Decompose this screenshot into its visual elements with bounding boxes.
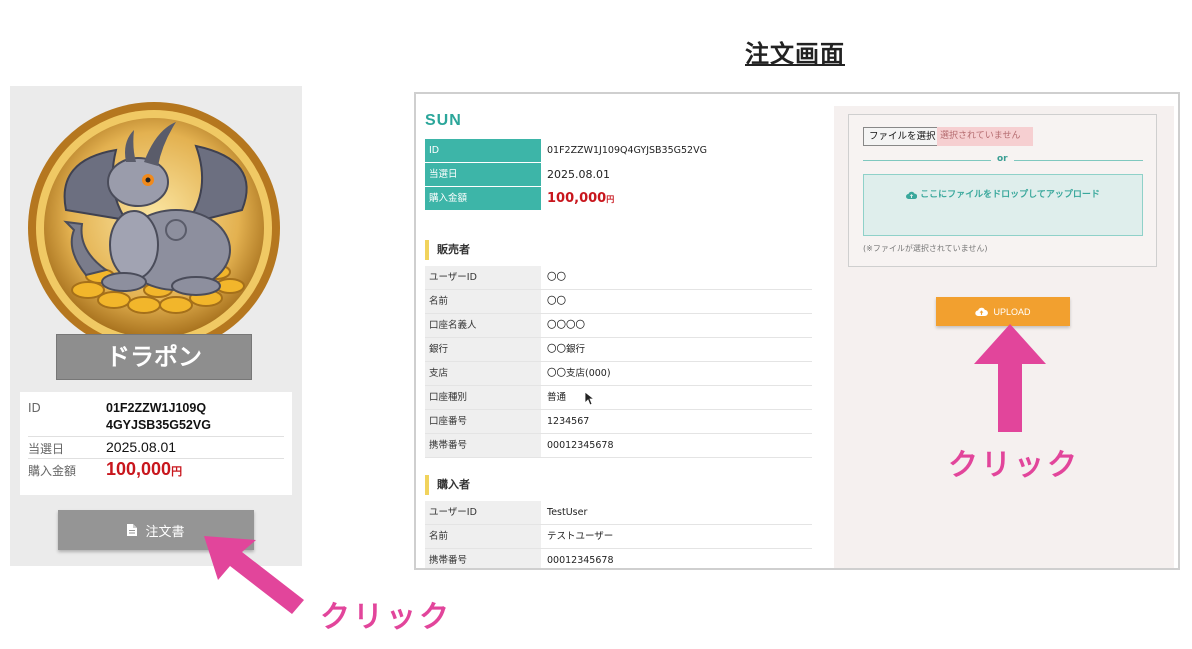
- drop-zone-label: ここにファイルをドロップしてアップロード: [920, 190, 1100, 200]
- card-row-key: ID: [28, 401, 41, 415]
- card-name-banner: ドラポン: [56, 334, 252, 380]
- table-key: ID: [425, 139, 541, 162]
- table-row: 携帯番号 00012345678: [425, 434, 812, 458]
- table-key: 名前: [425, 525, 541, 548]
- card-row-date: 当選日 2025.08.01: [28, 437, 284, 459]
- table-key: ユーザーID: [425, 266, 541, 289]
- table-value: 00012345678: [547, 440, 614, 451]
- card-id-line1: 01F2ZZW1J109Q: [106, 401, 207, 415]
- choose-file-button[interactable]: ファイルを選択: [863, 127, 942, 146]
- table-key: 口座番号: [425, 410, 541, 433]
- table-key: 支店: [425, 362, 541, 385]
- cloud-upload-icon: [975, 307, 989, 316]
- table-key: ユーザーID: [425, 501, 541, 524]
- table-row: 名前 テストユーザー: [425, 525, 812, 549]
- file-drop-zone[interactable]: ここにファイルをドロップしてアップロード: [863, 174, 1143, 236]
- table-value: テストユーザー: [547, 531, 614, 542]
- buyer-table: ユーザーID TestUser 名前 テストユーザー 携帯番号 00012345678: [425, 501, 812, 568]
- table-row: 口座番号 1234567: [425, 410, 812, 434]
- table-row: ID 01F2ZZW1J109Q4GYJSB35G52VG: [425, 139, 812, 163]
- dragon-medal-icon: [28, 102, 280, 354]
- card-row-key: 購入金額: [28, 464, 77, 478]
- buyer-section-title: 購入者: [425, 475, 470, 495]
- nft-card: ドラポン ID 01F2ZZW1J109Q 4GYJSB35G52VG 当選日 …: [10, 86, 302, 566]
- table-key: 名前: [425, 290, 541, 313]
- table-row: 口座名義人 〇〇〇〇: [425, 314, 812, 338]
- table-value: 〇〇支店(000): [547, 368, 611, 379]
- amount-value: 100,000: [547, 191, 607, 206]
- order-screen: SUN ID 01F2ZZW1J109Q4GYJSB35G52VG 当選日 20…: [414, 92, 1180, 570]
- table-value: 〇〇銀行: [547, 344, 586, 355]
- table-row: 口座種別 普通: [425, 386, 812, 410]
- upload-panel: ファイルを選択 選択されていません or ここにファイルをドロップしてアップロー…: [848, 114, 1157, 267]
- table-key: 口座種別: [425, 386, 541, 409]
- table-key: 携帯番号: [425, 549, 541, 568]
- card-row-value: 01F2ZZW1J109Q 4GYJSB35G52VG: [106, 398, 284, 436]
- table-key: 口座名義人: [425, 314, 541, 337]
- click-annotation-left: クリック: [320, 600, 452, 635]
- table-key: 購入金額: [425, 187, 541, 210]
- or-label: or: [991, 154, 1014, 164]
- document-icon: [127, 524, 138, 536]
- table-row: ユーザーID 〇〇: [425, 266, 812, 290]
- table-value: 00012345678: [547, 555, 614, 566]
- table-row: 銀行 〇〇銀行: [425, 338, 812, 362]
- table-value: 普通: [547, 392, 567, 403]
- card-row-value: 100,000円: [106, 459, 284, 483]
- table-value: 01F2ZZW1J109Q4GYJSB35G52VG: [547, 145, 707, 156]
- amount-unit: 円: [606, 195, 615, 204]
- mouse-cursor-icon: [585, 392, 595, 406]
- table-value: 〇〇: [547, 272, 567, 283]
- site-logo: SUN: [425, 112, 462, 129]
- seller-section-title: 販売者: [425, 240, 470, 260]
- table-key: 当選日: [425, 163, 541, 186]
- table-row: 支店 〇〇支店(000): [425, 362, 812, 386]
- card-info-box: ID 01F2ZZW1J109Q 4GYJSB35G52VG 当選日 2025.…: [20, 392, 292, 495]
- file-status: 選択されていません: [937, 127, 1033, 146]
- table-value: 〇〇〇〇: [547, 320, 586, 331]
- cloud-upload-icon: [906, 191, 918, 199]
- table-value: 1234567: [547, 416, 590, 427]
- card-id-line2: 4GYJSB35G52VG: [106, 418, 211, 432]
- table-row: 当選日 2025.08.01: [425, 163, 812, 187]
- seller-table: ユーザーID 〇〇 名前 〇〇 口座名義人 〇〇〇〇 銀行 〇〇銀行 支店 〇〇支店(00…: [425, 266, 812, 458]
- table-row: 携帯番号 00012345678: [425, 549, 812, 568]
- table-key: 携帯番号: [425, 434, 541, 457]
- table-value: 2025.08.01: [547, 168, 610, 181]
- upload-button-label: UPLOAD: [993, 306, 1031, 317]
- arrow-icon: [974, 324, 1046, 432]
- table-value: 100,000円: [541, 187, 812, 210]
- order-button-label: 注文書: [145, 524, 185, 540]
- table-key: 銀行: [425, 338, 541, 361]
- card-row-amount: 購入金額 100,000円: [28, 459, 284, 483]
- page-title: 注文画面: [745, 40, 845, 68]
- order-details-pane: SUN ID 01F2ZZW1J109Q4GYJSB35G52VG 当選日 20…: [416, 94, 834, 568]
- table-row: 購入金額 100,000円: [425, 187, 812, 211]
- table-value: 〇〇: [547, 296, 567, 307]
- amount-value: 100,000: [106, 459, 172, 479]
- file-note: (※ファイルが選択されていません): [863, 244, 988, 253]
- click-annotation-right: クリック: [948, 448, 1080, 483]
- table-row: ユーザーID TestUser: [425, 501, 812, 525]
- arrow-icon: [204, 536, 304, 614]
- table-row: 名前 〇〇: [425, 290, 812, 314]
- summary-table: ID 01F2ZZW1J109Q4GYJSB35G52VG 当選日 2025.0…: [425, 139, 812, 211]
- amount-unit: 円: [171, 466, 183, 478]
- card-row-key: 当選日: [28, 442, 65, 456]
- card-row-id: ID 01F2ZZW1J109Q 4GYJSB35G52VG: [28, 398, 284, 437]
- card-row-value: 2025.08.01: [106, 439, 177, 455]
- table-value: TestUser: [547, 507, 588, 518]
